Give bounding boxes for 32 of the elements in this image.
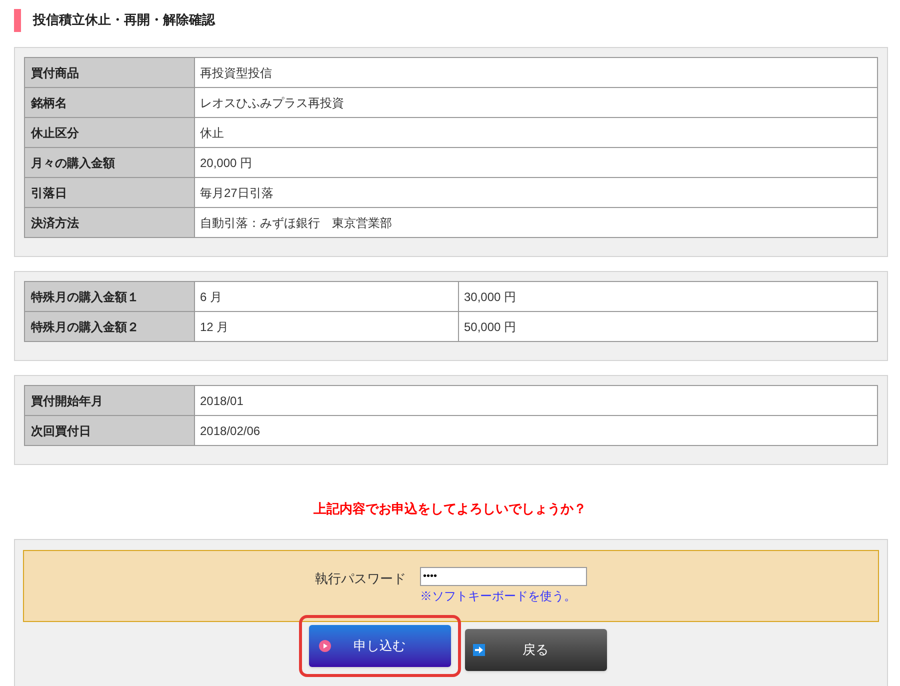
play-icon <box>318 640 330 652</box>
amount-cell: 30,000 円 <box>458 282 878 312</box>
row-value: 再投資型投信 <box>194 58 878 88</box>
row-value: 2018/01 <box>194 386 878 416</box>
password-field[interactable]: •••• <box>420 566 587 586</box>
amount-cell: 50,000 円 <box>458 312 878 342</box>
title-accent <box>14 8 21 32</box>
row-value: 自動引落：みずほ銀行 東京営業部 <box>194 208 878 238</box>
month-cell: 6 月 <box>194 282 458 312</box>
confirm-question: 上記内容でお申込をしてよろしいでしょうか？ <box>314 500 586 518</box>
row-label: 買付開始年月 <box>24 386 194 416</box>
submit-button[interactable]: 申し込む <box>308 624 450 666</box>
arrow-icon <box>472 644 484 656</box>
password-label: 執行パスワード <box>315 570 406 588</box>
row-label: 買付商品 <box>24 58 194 88</box>
page-title: 投信積立休止・再開・解除確認 <box>33 11 215 30</box>
month-cell: 12 月 <box>194 312 458 342</box>
row-value: レオスひふみプラス再投資 <box>194 88 878 118</box>
back-button[interactable]: 戻る <box>464 628 606 670</box>
soft-keyboard-link[interactable]: ※ソフトキーボードを使う。 <box>420 586 587 604</box>
row-label: 休止区分 <box>24 118 194 148</box>
row-value: 2018/02/06 <box>194 416 878 446</box>
row-label: 次回買付日 <box>24 416 194 446</box>
row-label: 特殊月の購入金額２ <box>24 312 194 342</box>
row-label: 決済方法 <box>24 208 194 238</box>
row-value: 毎月27日引落 <box>194 178 878 208</box>
row-value: 20,000 円 <box>194 148 878 178</box>
row-label: 特殊月の購入金額１ <box>24 282 194 312</box>
row-label: 月々の購入金額 <box>24 148 194 178</box>
row-value: 休止 <box>194 118 878 148</box>
row-label: 銘柄名 <box>24 88 194 118</box>
row-label: 引落日 <box>24 178 194 208</box>
